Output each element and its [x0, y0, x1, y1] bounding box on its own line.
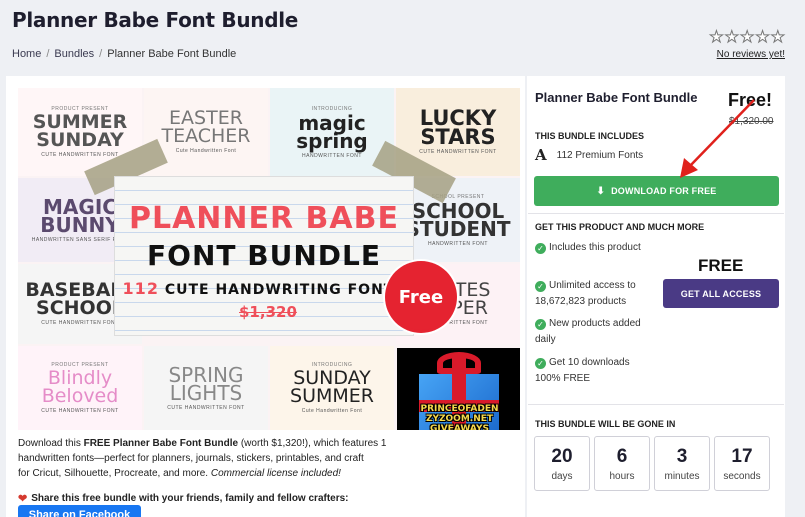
countdown-value: 6	[616, 446, 628, 467]
product-description: Download this FREE Planner Babe Font Bun…	[18, 436, 398, 481]
download-icon: ⬇	[596, 185, 606, 197]
countdown-seconds: 17 seconds	[714, 436, 770, 491]
hero-count-text: CUTE HANDWRITING FONTS	[164, 282, 406, 298]
tile-title: EASTER TEACHER	[161, 107, 251, 147]
divider	[528, 213, 784, 214]
giveaway-gift-image: PRINCEOFADEN ZYZOOM.NET GIVEAWAYS	[397, 348, 520, 430]
get-all-access-button[interactable]: GET ALL ACCESS	[663, 279, 779, 308]
breadcrumb-separator: /	[46, 48, 50, 60]
star-rating: ★ ★ ★ ★ ★	[709, 29, 786, 46]
hero-paper: PLANNER BABE FONT BUNDLE 112 CUTE HANDWR…	[114, 176, 414, 336]
tile-title: Blindly Beloved	[41, 367, 119, 407]
bundle-includes-heading: THIS BUNDLE INCLUDES	[535, 131, 645, 141]
divider	[528, 404, 784, 405]
heart-icon: ❤	[18, 493, 28, 505]
description-license: Commercial license included!	[210, 468, 341, 479]
tile-subtitle: CUTE HANDWRITTEN FONT	[167, 404, 245, 411]
font-preview-tile: SCHOOL PRESENT SCHOOL STUDENT HANDWRITTE…	[396, 178, 520, 262]
all-access-heading: GET THIS PRODUCT AND MUCH MORE	[535, 222, 705, 232]
hero-count: 112 CUTE HANDWRITING FONTS	[115, 279, 413, 298]
hero-count-number: 112	[122, 279, 159, 298]
font-icon: A	[535, 146, 547, 164]
check-icon: ✓	[535, 281, 546, 292]
breadcrumb-home[interactable]: Home	[12, 48, 41, 60]
countdown-hours: 6 hours	[594, 436, 650, 491]
check-icon: ✓	[535, 319, 546, 330]
feature-item: ✓ Includes this product	[535, 240, 655, 256]
description-text: for Cricut, Silhouette, Procreate, and m…	[18, 468, 211, 479]
feature-item: ✓ Get 10 downloads 100% FREE	[535, 355, 655, 387]
description-text: (worth $1,320!), which features 1	[238, 438, 387, 449]
feature-text: Includes this product	[549, 242, 641, 253]
tile-title: SUNDAY SUMMER	[290, 367, 374, 407]
gift-bow-icon	[437, 352, 481, 374]
download-button-label: DOWNLOAD FOR FREE	[611, 186, 717, 196]
tile-title: SUMMER SUNDAY	[32, 111, 128, 151]
share-prompt: ❤ Share this free bundle with your frien…	[18, 492, 349, 505]
hero-subtitle: FONT BUNDLE	[147, 239, 381, 272]
tile-subtitle: CUTE HANDWRITTEN FONT	[41, 151, 119, 158]
product-image[interactable]: PRODUCT PRESENT SUMMER SUNDAY CUTE HANDW…	[18, 88, 520, 430]
free-badge: Free	[388, 264, 454, 330]
countdown-label: seconds	[723, 471, 761, 482]
countdown-label: minutes	[664, 471, 700, 482]
feature-text: Unlimited access to 18,672,823 products	[535, 280, 636, 307]
no-reviews-link[interactable]: No reviews yet!	[709, 49, 785, 60]
tile-title: SPRING LIGHTS	[168, 362, 244, 405]
red-arrow-annotation	[680, 99, 755, 178]
description-bundle-name: FREE Planner Babe Font Bundle	[83, 438, 239, 449]
countdown-value: 3	[676, 446, 688, 467]
tile-title: magic spring	[296, 110, 368, 153]
star-icon: ★	[739, 29, 755, 46]
hero-title: PLANNER BABE	[128, 201, 400, 236]
hero-price: $1,320	[239, 303, 297, 321]
feature-text: New products added daily	[535, 318, 641, 345]
description-text: handwritten fonts—perfect for planners, …	[18, 453, 364, 464]
tile-title: SCHOOL STUDENT	[405, 198, 511, 241]
countdown-value: 17	[731, 446, 753, 467]
countdown-heading: THIS BUNDLE WILL BE GONE IN	[535, 419, 676, 429]
star-icon: ★	[770, 29, 785, 46]
breadcrumb-current: Planner Babe Font Bundle	[107, 48, 237, 60]
check-icon: ✓	[535, 358, 546, 369]
countdown-timer: 20 days 6 hours 3 minutes 17 seconds	[534, 436, 770, 491]
tile-subtitle: CUTE HANDWRITTEN FONT	[41, 407, 119, 414]
description-intro: Download this	[18, 438, 84, 449]
feature-item: ✓ New products added daily	[535, 316, 655, 348]
countdown-label: hours	[609, 471, 635, 482]
giveaway-watermark: PRINCEOFADEN ZYZOOM.NET GIVEAWAYS	[420, 404, 499, 430]
tile-subtitle: HANDWRITTEN FONT	[302, 152, 362, 159]
tile-subtitle: Cute Handwritten Font	[175, 147, 237, 154]
share-facebook-button[interactable]: Share on Facebook	[18, 505, 141, 517]
rating: ★ ★ ★ ★ ★ No reviews yet!	[709, 29, 786, 60]
check-icon: ✓	[535, 243, 546, 254]
tile-subtitle: CUTE HANDWRITTEN FONT	[419, 149, 497, 156]
countdown-minutes: 3 minutes	[654, 436, 710, 491]
share-text: Share this free bundle with your friends…	[31, 493, 349, 504]
tile-subtitle: CUTE HANDWRITTEN FONT	[41, 319, 119, 326]
feature-text: Get 10 downloads 100% FREE	[535, 357, 630, 384]
breadcrumb-separator: /	[99, 48, 103, 60]
bundle-includes-item: A 112 Premium Fonts	[535, 146, 643, 164]
font-preview-tile: SPRING LIGHTS CUTE HANDWRITTEN FONT	[144, 346, 268, 430]
tile-subtitle: HANDWRITTEN FONT	[428, 240, 488, 247]
star-icon: ★	[755, 29, 770, 46]
download-for-free-button[interactable]: ⬇ DOWNLOAD FOR FREE	[534, 176, 779, 206]
tile-title: LUCKY STARS	[419, 105, 497, 149]
page-title: Planner Babe Font Bundle	[12, 8, 299, 32]
all-access-price: FREE	[698, 256, 744, 275]
bundle-includes-text: 112 Premium Fonts	[556, 149, 644, 161]
countdown-value: 20	[551, 446, 573, 467]
tile-subtitle: Cute Handwritten Font	[301, 407, 363, 414]
feature-item: ✓ Unlimited access to 18,672,823 products	[535, 278, 655, 310]
breadcrumb: Home / Bundles / Planner Babe Font Bundl…	[12, 48, 236, 60]
font-preview-tile: PRODUCT PRESENT Blindly Beloved CUTE HAN…	[18, 346, 142, 430]
countdown-label: days	[551, 471, 573, 482]
breadcrumb-bundles[interactable]: Bundles	[54, 48, 94, 60]
countdown-days: 20 days	[534, 436, 590, 491]
font-preview-tile: INTRODUCING SUNDAY SUMMER Cute Handwritt…	[270, 346, 394, 430]
star-icon: ★	[709, 29, 724, 46]
star-icon: ★	[724, 29, 739, 46]
